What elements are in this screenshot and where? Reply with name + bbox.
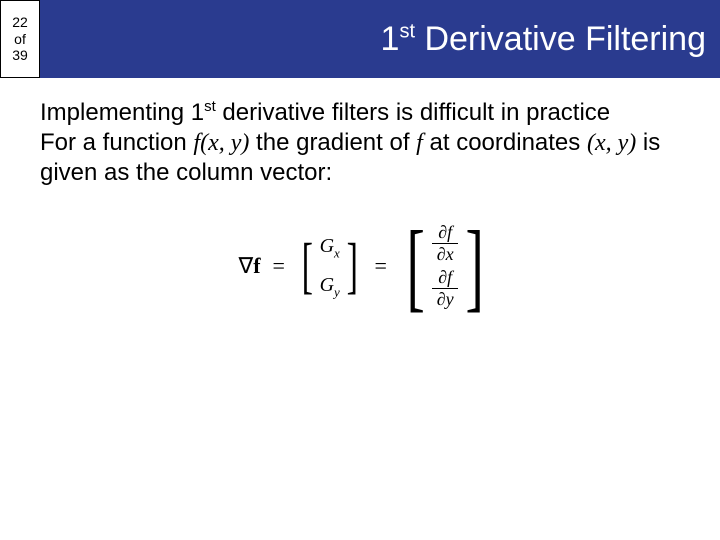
df-dx-den: ∂x bbox=[435, 245, 456, 264]
xy-1: (x, y) bbox=[587, 130, 636, 156]
left-bracket2-icon: [ bbox=[406, 216, 424, 316]
vector-partials: [ ∂f ∂x ∂f ∂y ] bbox=[399, 216, 492, 316]
f-single: f bbox=[416, 130, 423, 156]
slide-title: 1st Derivative Filtering bbox=[381, 20, 706, 59]
p2-a: For a function bbox=[40, 129, 193, 156]
df-dx-num: ∂f bbox=[436, 223, 454, 242]
grad-f-letter: f bbox=[253, 252, 260, 280]
vector-gxgy: [ Gx Gy ] bbox=[297, 231, 363, 300]
df-dy-den: ∂y bbox=[435, 290, 456, 309]
page-total: 39 bbox=[12, 47, 28, 64]
equation-block: ∇f = [ Gx Gy ] = [ ∂f ∂x bbox=[40, 216, 690, 316]
fxy-1: f(x, y) bbox=[193, 130, 249, 156]
df-dy-num: ∂f bbox=[436, 268, 454, 287]
gx: Gx bbox=[320, 231, 340, 262]
gy: Gy bbox=[320, 270, 340, 301]
title-part1: 1 bbox=[381, 20, 400, 58]
paragraph-1: Implementing 1st derivative filters is d… bbox=[40, 98, 690, 128]
partial1: ∂ bbox=[438, 222, 447, 242]
title-area: 1st Derivative Filtering bbox=[40, 0, 720, 78]
page-current: 22 bbox=[12, 14, 28, 31]
p2-c: at coordinates bbox=[423, 129, 587, 156]
nabla-symbol: ∇ bbox=[238, 252, 253, 280]
gx-sub: x bbox=[334, 246, 340, 261]
right-bracket2-icon: ] bbox=[466, 216, 484, 316]
equals-2: = bbox=[370, 252, 390, 280]
p1-a: Implementing 1 bbox=[40, 99, 204, 126]
df-dy: ∂f ∂y bbox=[432, 268, 458, 309]
df-dx: ∂f ∂x bbox=[432, 223, 458, 264]
title-rest: Derivative Filtering bbox=[415, 20, 706, 58]
partial-column: ∂f ∂x ∂f ∂y bbox=[432, 223, 458, 309]
y-var1: y bbox=[446, 289, 454, 309]
gy-g: G bbox=[320, 274, 334, 296]
gxgy-column: Gx Gy bbox=[318, 231, 342, 300]
slide-header: 22 of 39 1st Derivative Filtering bbox=[0, 0, 720, 78]
title-sup: st bbox=[399, 20, 415, 42]
equals-1: = bbox=[269, 252, 289, 280]
x-var1: x bbox=[446, 244, 454, 264]
f-var2: f bbox=[447, 267, 452, 287]
partial4: ∂ bbox=[437, 289, 446, 309]
partial2: ∂ bbox=[437, 244, 446, 264]
p2-b: the gradient of bbox=[249, 129, 416, 156]
page-of: of bbox=[14, 31, 26, 48]
right-bracket-icon: ] bbox=[346, 235, 357, 297]
grad-f: ∇f bbox=[238, 252, 260, 280]
gx-g: G bbox=[320, 235, 334, 257]
p1-b: derivative filters is difficult in pract… bbox=[216, 99, 610, 126]
page-counter: 22 of 39 bbox=[0, 0, 40, 78]
left-bracket-icon: [ bbox=[302, 235, 313, 297]
p1-sup: st bbox=[204, 98, 216, 115]
f-var1: f bbox=[447, 222, 452, 242]
equation-inner: ∇f = [ Gx Gy ] = [ ∂f ∂x bbox=[238, 216, 491, 316]
paragraph-2: For a function f(x, y) the gradient of f… bbox=[40, 128, 690, 188]
gy-sub: y bbox=[334, 284, 340, 299]
partial3: ∂ bbox=[438, 267, 447, 287]
slide-body: Implementing 1st derivative filters is d… bbox=[0, 78, 720, 316]
